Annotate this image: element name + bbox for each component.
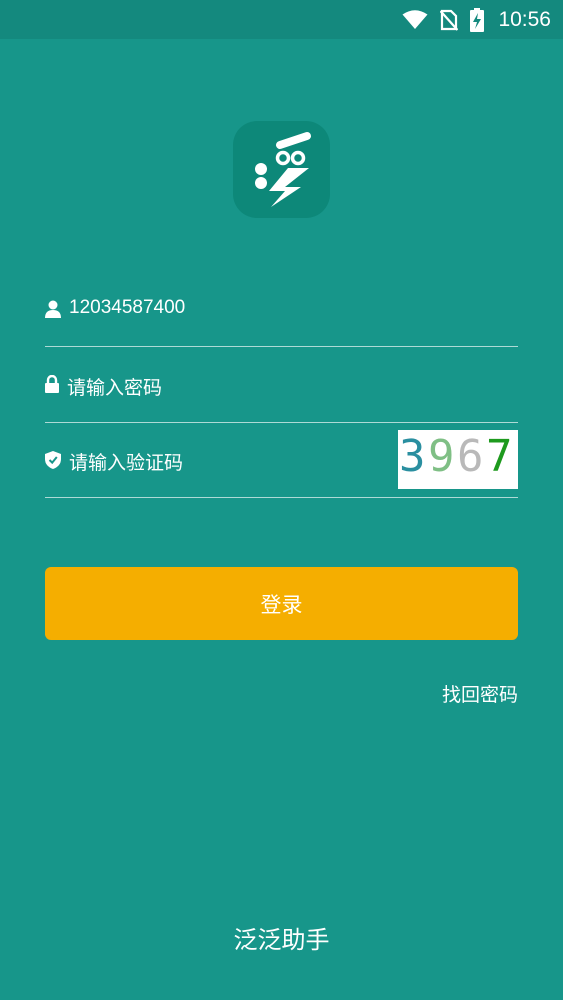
shield-icon [45,451,61,473]
username-field[interactable]: 12034587400 [45,272,518,347]
status-time: 10:56 [498,7,551,31]
captcha-digit: 9 [428,431,455,482]
user-icon [45,300,61,322]
no-sim-icon [440,9,459,31]
forgot-password-link[interactable]: 找回密码 [442,680,518,707]
lock-icon [45,374,59,397]
username-value: 12034587400 [69,297,186,318]
captcha-digit: 6 [457,431,484,482]
app-logo-icon [255,132,311,207]
app-logo [233,121,330,218]
battery-charging-icon [470,7,485,32]
password-field[interactable]: 请输入密码 [45,347,518,423]
status-bar: 10:56 [0,0,563,39]
captcha-placeholder: 请输入验证码 [69,452,184,474]
captcha-image[interactable]: 3 9 6 7 [398,430,518,489]
app-name: 泛泛助手 [233,926,330,954]
captcha-digit: 7 [486,431,513,482]
status-icons: 10:56 [402,0,551,39]
wifi-icon [402,9,428,30]
captcha-digit: 3 [399,431,426,482]
login-button[interactable]: 登录 [45,567,518,640]
password-placeholder: 请输入密码 [67,377,163,399]
